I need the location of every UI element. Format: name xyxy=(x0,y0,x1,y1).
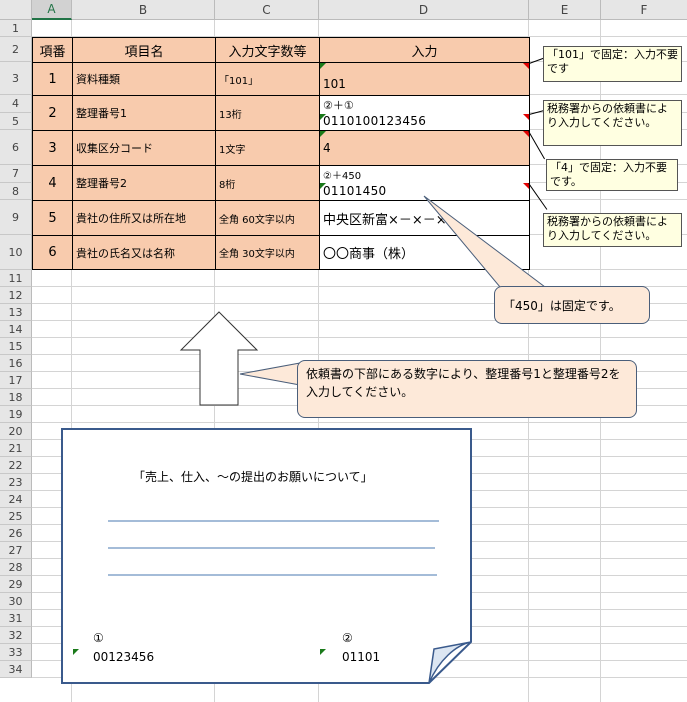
up-arrow xyxy=(179,311,259,406)
green-error-indicator[interactable] xyxy=(73,649,79,655)
document-mark-1: ① xyxy=(93,631,104,645)
document-title: 「売上、仕入、～の提出のお願いについて」 xyxy=(133,470,373,484)
callout-instruction-text: 依頼書の下部にある数字により、整理番号1と整理番号2を入力してください。 xyxy=(306,367,621,399)
callout-450-text: 「450」は固定です。 xyxy=(503,298,621,313)
request-document-shape[interactable]: 「売上、仕入、～の提出のお願いについて」 ① 00123456 ② 01101 xyxy=(61,428,473,684)
green-error-indicator[interactable] xyxy=(320,649,326,655)
document-outline xyxy=(61,428,472,684)
callout-450-fixed[interactable]: 「450」は固定です。 xyxy=(494,286,650,324)
document-mark-2: ② xyxy=(342,631,353,645)
document-number-2: 01101 xyxy=(342,650,381,664)
callout-instruction[interactable]: 依頼書の下部にある数字により、整理番号1と整理番号2を入力してください。 xyxy=(297,360,637,418)
document-number-1: 00123456 xyxy=(93,650,155,664)
